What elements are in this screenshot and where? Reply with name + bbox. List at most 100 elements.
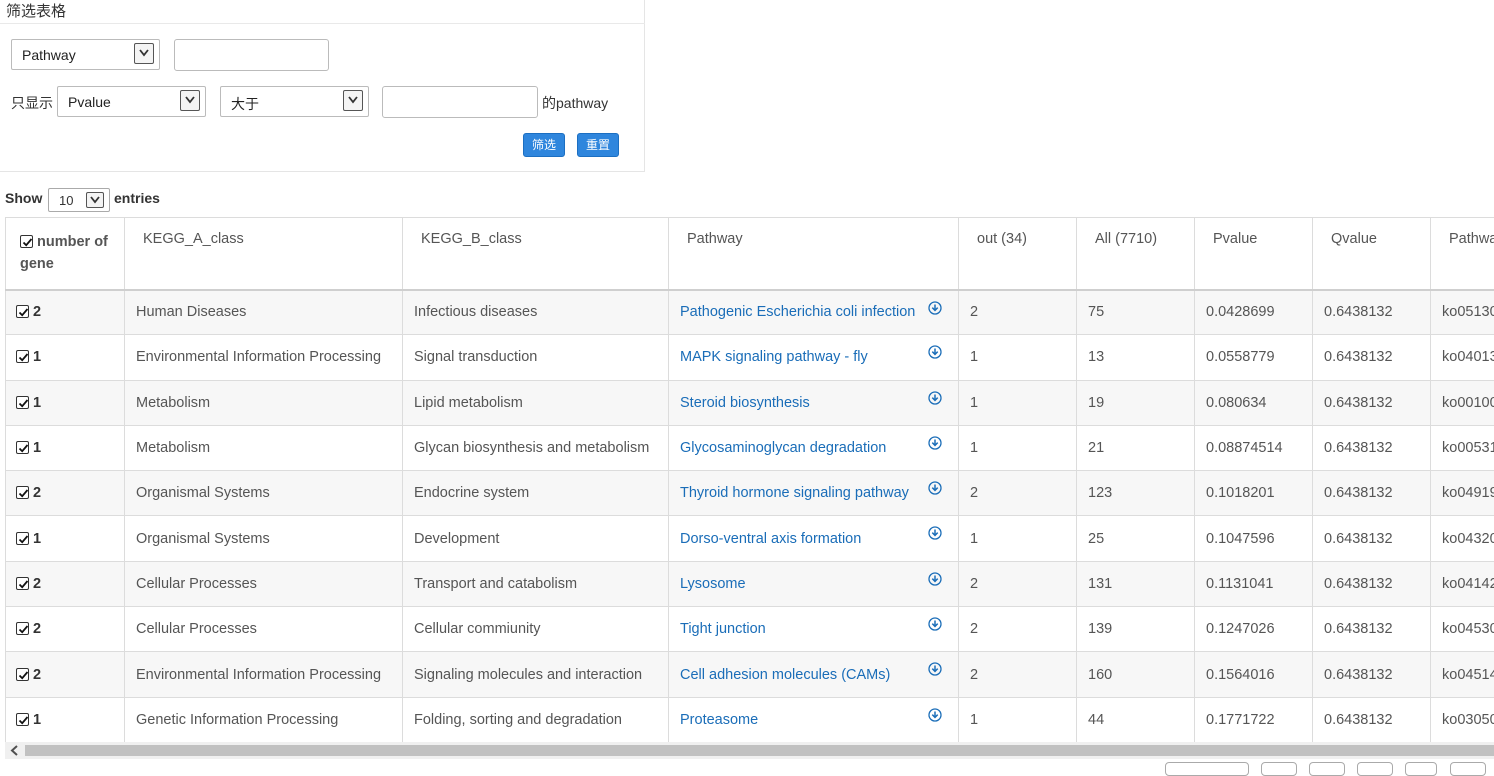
- scroll-left-icon[interactable]: [8, 744, 22, 757]
- download-icon[interactable]: [928, 662, 942, 676]
- pager-page-button[interactable]: [1309, 762, 1345, 776]
- number-of-gene-cell[interactable]: 2: [6, 561, 125, 606]
- download-icon[interactable]: [928, 345, 942, 359]
- metric-select-value: Pvalue: [68, 94, 111, 110]
- pathway-link[interactable]: Proteasome: [680, 712, 758, 728]
- header-kegg-a-class[interactable]: KEGG_A_class: [125, 218, 403, 290]
- row-checkbox[interactable]: [16, 486, 29, 499]
- table-row[interactable]: 1Organismal SystemsDevelopmentDorso-vent…: [6, 516, 1494, 561]
- number-of-gene-cell[interactable]: 1: [6, 697, 125, 742]
- header-pathway-id[interactable]: Pathwa: [1431, 218, 1494, 290]
- kegg-b-class-cell: Transport and catabolism: [403, 561, 669, 606]
- pathway-link[interactable]: Pathogenic Escherichia coli infection: [680, 304, 915, 320]
- entries-label: entries: [114, 190, 160, 206]
- pager-page-button[interactable]: [1357, 762, 1393, 776]
- number-of-gene-cell[interactable]: 2: [6, 290, 125, 335]
- pathway-link[interactable]: Steroid biosynthesis: [680, 395, 810, 411]
- pathway-link[interactable]: Tight junction: [680, 621, 766, 637]
- row-checkbox[interactable]: [16, 441, 29, 454]
- download-icon[interactable]: [928, 708, 942, 722]
- table-row[interactable]: 1MetabolismLipid metabolismSteroid biosy…: [6, 380, 1494, 425]
- pager-previous-button[interactable]: [1165, 762, 1249, 776]
- table-row[interactable]: 1Environmental Information ProcessingSig…: [6, 335, 1494, 380]
- table-row[interactable]: 1MetabolismGlycan biosynthesis and metab…: [6, 425, 1494, 470]
- table-row[interactable]: 2Cellular ProcessesCellular commiunityTi…: [6, 607, 1494, 652]
- header-out[interactable]: out (34): [959, 218, 1077, 290]
- pager-page-button[interactable]: [1261, 762, 1297, 776]
- row-checkbox[interactable]: [16, 305, 29, 318]
- pathway-id-cell: ko04514: [1431, 652, 1494, 697]
- pathway-cell: Proteasome: [669, 697, 959, 742]
- filter-button[interactable]: 筛选: [523, 133, 565, 157]
- qvalue-cell: 0.6438132: [1313, 561, 1431, 606]
- header-qvalue[interactable]: Qvalue: [1313, 218, 1431, 290]
- header-pvalue[interactable]: Pvalue: [1195, 218, 1313, 290]
- pathway-link[interactable]: Dorso-ventral axis formation: [680, 531, 861, 547]
- number-of-gene-cell[interactable]: 1: [6, 516, 125, 561]
- horizontal-scrollbar[interactable]: [5, 742, 1494, 759]
- number-of-gene-cell[interactable]: 1: [6, 335, 125, 380]
- scrollbar-thumb[interactable]: [25, 745, 1494, 756]
- download-icon[interactable]: [928, 617, 942, 631]
- row-checkbox[interactable]: [16, 713, 29, 726]
- pathway-cell: Lysosome: [669, 561, 959, 606]
- pvalue-cell: 0.0428699: [1195, 290, 1313, 335]
- chevron-down-icon: [343, 90, 363, 111]
- pathway-link[interactable]: MAPK signaling pathway - fly: [680, 349, 868, 365]
- table-row[interactable]: 2Environmental Information ProcessingSig…: [6, 652, 1494, 697]
- download-icon[interactable]: [928, 391, 942, 405]
- header-all[interactable]: All (7710): [1077, 218, 1195, 290]
- download-icon[interactable]: [928, 572, 942, 586]
- pathway-id-cell: ko04320: [1431, 516, 1494, 561]
- number-of-gene-value: 1: [33, 531, 41, 547]
- pathway-link[interactable]: Lysosome: [680, 576, 746, 592]
- pvalue-cell: 0.1247026: [1195, 607, 1313, 652]
- pathway-cell: Pathogenic Escherichia coli infection: [669, 290, 959, 335]
- comparison-select[interactable]: 大于: [220, 86, 369, 117]
- number-of-gene-cell[interactable]: 2: [6, 607, 125, 652]
- metric-select[interactable]: Pvalue: [57, 86, 206, 117]
- row-checkbox[interactable]: [16, 577, 29, 590]
- download-icon[interactable]: [928, 436, 942, 450]
- download-icon[interactable]: [928, 301, 942, 315]
- table-row[interactable]: 2Human DiseasesInfectious diseasesPathog…: [6, 290, 1494, 335]
- pathway-link[interactable]: Thyroid hormone signaling pathway: [680, 485, 909, 501]
- search-input[interactable]: [174, 39, 329, 71]
- row-checkbox[interactable]: [16, 396, 29, 409]
- download-icon[interactable]: [928, 526, 942, 540]
- pager-page-button[interactable]: [1450, 762, 1486, 776]
- pvalue-cell: 0.1771722: [1195, 697, 1313, 742]
- number-of-gene-cell[interactable]: 2: [6, 471, 125, 516]
- pathway-link[interactable]: Glycosaminoglycan degradation: [680, 440, 886, 456]
- row-checkbox[interactable]: [16, 532, 29, 545]
- header-pathway[interactable]: Pathway: [669, 218, 959, 290]
- select-all-checkbox[interactable]: [20, 235, 33, 248]
- pathway-cell: Steroid biosynthesis: [669, 380, 959, 425]
- results-table: number of gene KEGG_A_class KEGG_B_class…: [5, 217, 1494, 742]
- row-checkbox[interactable]: [16, 622, 29, 635]
- number-of-gene-cell[interactable]: 1: [6, 425, 125, 470]
- reset-button[interactable]: 重置: [577, 133, 619, 157]
- row-checkbox[interactable]: [16, 350, 29, 363]
- out-cell: 1: [959, 516, 1077, 561]
- entries-select[interactable]: 10: [48, 188, 110, 212]
- out-cell: 2: [959, 471, 1077, 516]
- number-of-gene-value: 1: [33, 712, 41, 728]
- header-kegg-b-class[interactable]: KEGG_B_class: [403, 218, 669, 290]
- pathway-id-cell: ko05130: [1431, 290, 1494, 335]
- pager-page-button[interactable]: [1405, 762, 1437, 776]
- table-row[interactable]: 2Cellular ProcessesTransport and catabol…: [6, 561, 1494, 606]
- out-cell: 1: [959, 425, 1077, 470]
- row-checkbox[interactable]: [16, 668, 29, 681]
- column-select[interactable]: Pathway: [11, 39, 160, 70]
- threshold-input[interactable]: [382, 86, 538, 118]
- pathway-link[interactable]: Cell adhesion molecules (CAMs): [680, 667, 890, 683]
- table-row[interactable]: 1Genetic Information ProcessingFolding, …: [6, 697, 1494, 742]
- chevron-down-icon: [134, 43, 154, 64]
- number-of-gene-cell[interactable]: 2: [6, 652, 125, 697]
- header-number-of-gene[interactable]: number of gene: [6, 218, 125, 290]
- table-row[interactable]: 2Organismal SystemsEndocrine systemThyro…: [6, 471, 1494, 516]
- kegg-a-class-cell: Cellular Processes: [125, 561, 403, 606]
- number-of-gene-cell[interactable]: 1: [6, 380, 125, 425]
- download-icon[interactable]: [928, 481, 942, 495]
